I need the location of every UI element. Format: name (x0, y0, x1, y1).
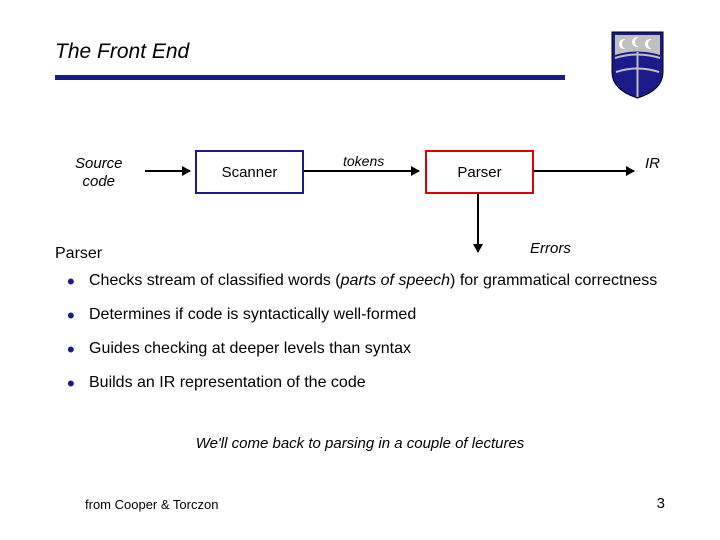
source-code-label: Sourcecode (75, 155, 123, 191)
shield-logo (610, 30, 665, 105)
pipeline-diagram: Sourcecode Scanner tokens Parser IR (55, 150, 675, 230)
arrow-source-to-scanner (145, 170, 190, 172)
closing-note: We'll come back to parsing in a couple o… (0, 435, 720, 452)
footer-attribution: from Cooper & Torczon (85, 497, 218, 512)
tokens-label: tokens (343, 153, 384, 169)
bullet-item: Guides checking at deeper levels than sy… (85, 339, 665, 359)
ir-label: IR (645, 155, 660, 172)
arrow-parser-to-ir (534, 170, 634, 172)
arrow-scanner-to-parser (304, 170, 419, 172)
scanner-box: Scanner (195, 150, 304, 194)
arrow-parser-to-errors (477, 194, 479, 252)
parser-box: Parser (425, 150, 534, 194)
bullet-item: Builds an IR representation of the code (85, 373, 665, 393)
page-number: 3 (657, 495, 665, 512)
section-heading: Parser (55, 245, 665, 263)
body-content: Parser Checks stream of classified words… (55, 245, 665, 407)
slide-title: The Front End (55, 40, 189, 64)
bullet-item: Checks stream of classified words (parts… (85, 271, 665, 291)
title-underline (55, 75, 565, 80)
bullet-item: Determines if code is syntactically well… (85, 305, 665, 325)
